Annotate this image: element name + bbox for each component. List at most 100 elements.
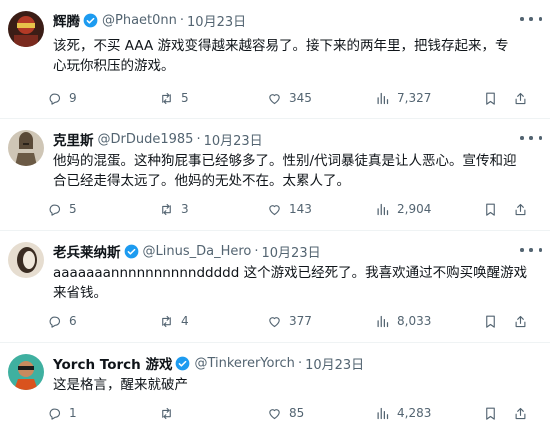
more-icon[interactable] [520, 131, 542, 145]
tweet[interactable]: 老兵莱纳斯 @Linus_Da_Hero · 10月23日 aaaaaaannn… [0, 231, 550, 343]
retweet-button[interactable] [159, 404, 181, 422]
like-button[interactable]: 143 [267, 200, 312, 218]
share-button[interactable] [513, 89, 528, 107]
views-button[interactable]: 4,283 [375, 404, 431, 422]
share-icon [515, 203, 526, 215]
avatar-image [8, 242, 44, 278]
share-button[interactable] [513, 404, 528, 422]
avatar[interactable] [8, 130, 44, 166]
views-button[interactable]: 8,033 [375, 312, 431, 330]
separator-dot: · [179, 12, 185, 28]
tweet-header: 辉腾 @Phaet0nn · 10月23日 [53, 10, 542, 31]
reply-button[interactable]: 1 [47, 404, 77, 422]
tweet-header: Yorch Torch 游戏 @TinkererYorch · 10月23日 [53, 353, 542, 374]
retweet-button[interactable]: 4 [159, 312, 189, 330]
tweet-text: 这是格言，醒来就破产 [53, 377, 188, 393]
views-icon [377, 407, 389, 419]
tweet-header: 克里斯 @DrDude1985 · 10月23日 [53, 129, 542, 150]
display-name[interactable]: 辉腾 [53, 10, 80, 30]
retweet-icon [162, 203, 171, 215]
reply-icon [49, 316, 61, 328]
tweet-date[interactable]: 10月23日 [204, 130, 263, 149]
tweet-text: aaaaaaannnnnnnnnnddddd 这个游戏已经死了。我喜欢通过不购买… [53, 265, 528, 301]
bookmark-button[interactable] [483, 404, 498, 422]
bookmark-icon [486, 92, 495, 105]
more-icon[interactable] [520, 12, 542, 26]
verified-badge-icon [176, 356, 190, 370]
like-icon [269, 408, 280, 419]
retweet-count: 4 [181, 314, 189, 328]
views-button[interactable]: 2,904 [375, 200, 431, 218]
like-count: 85 [289, 406, 305, 420]
like-button[interactable]: 377 [267, 312, 312, 330]
bookmark-icon [486, 203, 495, 216]
like-count: 377 [289, 314, 312, 328]
avatar-image [8, 354, 44, 390]
reply-count: 1 [69, 406, 77, 420]
display-name[interactable]: 老兵莱纳斯 [53, 241, 121, 261]
separator-dot: · [196, 131, 201, 147]
views-count: 8,033 [397, 314, 432, 328]
display-name[interactable]: 克里斯 [53, 129, 94, 149]
like-button[interactable]: 85 [267, 404, 304, 422]
share-icon [515, 315, 526, 327]
tweet-date[interactable]: 10月23日 [262, 242, 321, 261]
views-icon [377, 315, 389, 327]
tweet-actions: 5 3 143 2,904 [47, 200, 544, 218]
tweet-text: 他妈的混蛋。这种狗屁事已经够多了。性别/代词暴徒真是让人恶心。宣传和迎 合已经走… [53, 153, 517, 189]
reply-button[interactable]: 6 [47, 312, 77, 330]
retweet-icon [162, 92, 171, 104]
tweet[interactable]: 辉腾 @Phaet0nn · 10月23日 该死，不买 AAA 游戏变得越来越容… [0, 0, 550, 119]
share-button[interactable] [513, 200, 528, 218]
user-handle[interactable]: @DrDude1985 [98, 132, 194, 147]
share-icon [515, 92, 526, 104]
views-button[interactable]: 7,327 [375, 89, 431, 107]
reply-count: 9 [69, 91, 77, 105]
retweet-button[interactable]: 5 [159, 89, 189, 107]
retweet-icon [162, 407, 171, 419]
share-button[interactable] [513, 312, 528, 330]
views-count: 2,904 [397, 202, 432, 216]
avatar[interactable] [8, 242, 44, 278]
tweet[interactable]: Yorch Torch 游戏 @TinkererYorch · 10月23日 这… [0, 343, 550, 432]
views-icon [377, 203, 389, 215]
views-count: 4,283 [397, 406, 432, 420]
tweet-text: 该死，不买 AAA 游戏变得越来越容易了。接下来的两年里，把钱存起来，专 心玩你… [53, 38, 509, 74]
tweet-date[interactable]: 10月23日 [305, 354, 364, 373]
bookmark-button[interactable] [483, 200, 498, 218]
retweet-count: 5 [181, 91, 189, 105]
like-button[interactable]: 345 [267, 89, 312, 107]
user-handle[interactable]: @TinkererYorch [194, 356, 294, 371]
bookmark-icon [486, 315, 495, 328]
bookmark-button[interactable] [483, 312, 498, 330]
views-count: 7,327 [397, 91, 432, 105]
like-icon [269, 316, 280, 327]
reply-count: 6 [69, 314, 77, 328]
tweet[interactable]: 克里斯 @DrDude1985 · 10月23日 他妈的混蛋。这种狗屁事已经够多… [0, 119, 550, 231]
user-handle[interactable]: @Linus_Da_Hero [143, 244, 252, 259]
avatar-image [8, 130, 44, 166]
like-count: 345 [289, 91, 312, 105]
reply-button[interactable]: 9 [47, 89, 77, 107]
like-count: 143 [289, 202, 312, 216]
retweet-count: 3 [181, 202, 189, 216]
retweet-icon [162, 315, 171, 327]
user-handle[interactable]: @Phaet0nn [102, 13, 177, 28]
avatar[interactable] [8, 354, 44, 390]
retweet-button[interactable]: 3 [159, 200, 189, 218]
tweet-actions: 6 4 377 8,033 [47, 312, 544, 330]
reply-icon [49, 204, 61, 216]
more-icon[interactable] [520, 243, 542, 257]
display-name[interactable]: Yorch Torch 游戏 [53, 353, 172, 373]
reply-button[interactable]: 5 [47, 200, 77, 218]
separator-dot: · [254, 243, 259, 259]
share-icon [515, 407, 526, 419]
separator-dot: · [297, 355, 303, 371]
bookmark-button[interactable] [483, 89, 498, 107]
tweet-feed: 辉腾 @Phaet0nn · 10月23日 该死，不买 AAA 游戏变得越来越容… [0, 0, 550, 432]
like-icon [269, 93, 280, 104]
tweet-date[interactable]: 10月23日 [187, 11, 246, 30]
like-icon [269, 204, 280, 215]
avatar[interactable] [8, 11, 44, 47]
avatar-image [8, 11, 44, 47]
